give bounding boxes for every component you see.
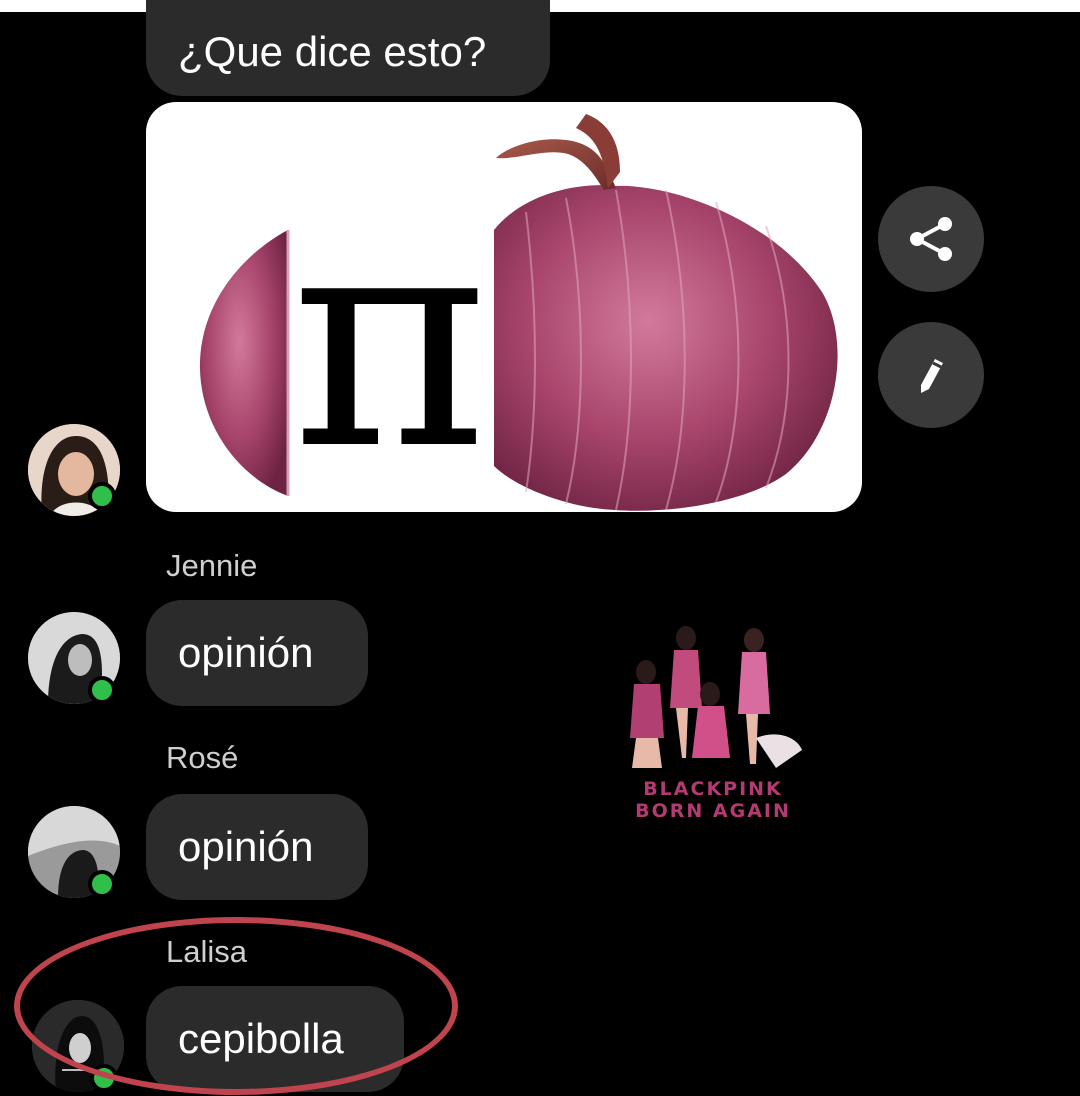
onion-right	[494, 185, 838, 511]
sender-name: Rosé	[166, 740, 239, 775]
message-text: opinión	[178, 629, 314, 676]
message-text: opinión	[178, 823, 314, 870]
group-photo	[630, 626, 802, 768]
online-indicator	[88, 676, 116, 704]
edit-button[interactable]	[878, 322, 984, 428]
online-indicator	[88, 482, 116, 510]
sticker-line-2: BORN AGAIN	[635, 800, 791, 822]
share-icon	[910, 217, 952, 261]
pi-symbol: π	[291, 166, 488, 512]
pencil-icon	[921, 359, 943, 393]
message-text: ¿Que dice esto?	[178, 28, 487, 75]
share-button[interactable]	[878, 186, 984, 292]
blackpink-watermark: BLACKPINK BORN AGAIN	[606, 618, 820, 824]
message-bubble-rose[interactable]: opinión	[146, 794, 368, 900]
pi-onion-image: π	[199, 114, 838, 512]
message-bubble-question[interactable]: ¿Que dice esto?	[146, 0, 550, 96]
sender-name: Jennie	[166, 548, 258, 583]
image-message[interactable]: π	[146, 102, 862, 512]
online-indicator	[88, 870, 116, 898]
sticker-line-1: BLACKPINK	[643, 778, 783, 800]
onion-slice-left	[199, 230, 288, 496]
highlight-circle	[14, 917, 458, 1095]
message-bubble-jennie[interactable]: opinión	[146, 600, 368, 706]
